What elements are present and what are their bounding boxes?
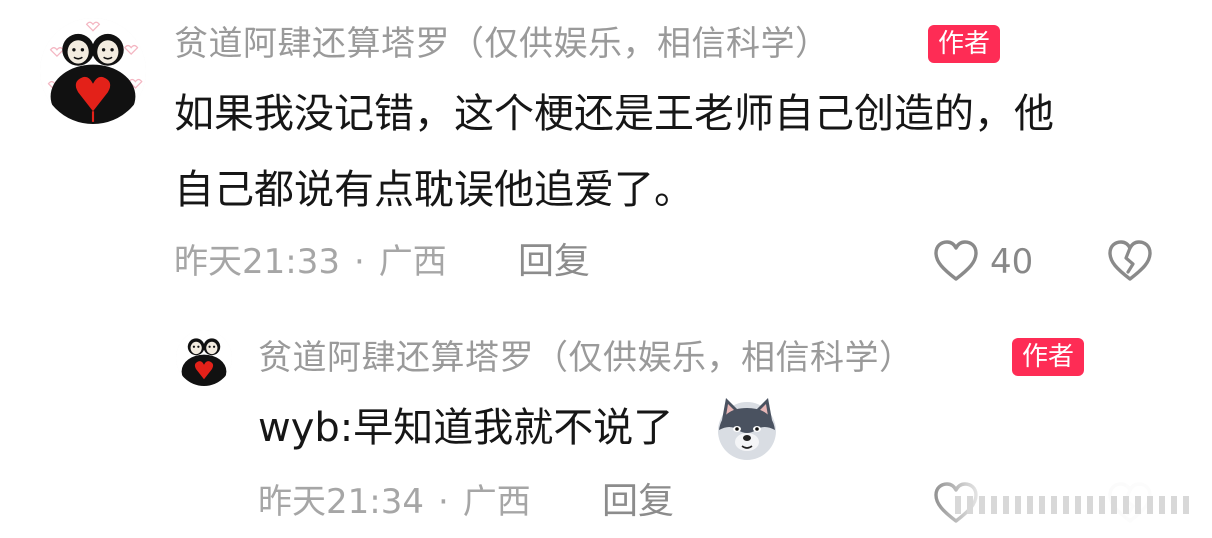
reply-button[interactable]: 回复 [518,240,590,284]
separator-dot: · [353,242,365,282]
panda-couple-avatar-icon [176,330,232,386]
reply-time: 昨天21:34 [258,482,424,522]
like-button[interactable] [932,238,980,284]
reply-reply-button[interactable]: 回复 [602,480,674,524]
reply-meta: 昨天21:34 · 广西 [258,480,531,524]
avatar[interactable] [40,18,146,124]
heart-outline-icon [934,240,978,281]
wolf-emoji-icon [714,396,780,462]
reply-author-badge: 作者 [1012,338,1085,376]
comment-thread: 贫道阿肆还算塔罗（仅供娱乐，相信科学） 作者 如果我没记错，这个梗还是王老师自己… [0,0,1212,538]
broken-heart-icon [1108,240,1152,281]
like-count: 40 [990,242,1034,282]
comment-location: 广西 [378,242,447,282]
comment-username[interactable]: 贫道阿肆还算塔罗（仅供娱乐，相信科学） [174,22,830,66]
comment-text-line-1: 如果我没记错，这个梗还是王老师自己创造的，他 [174,91,1054,137]
panda-couple-avatar-icon [40,18,146,124]
reply-text: wyb:早知道我就不说了 [258,405,674,451]
separator-dot: · [437,482,449,522]
author-badge: 作者 [928,25,1001,63]
reply-username[interactable]: 贫道阿肆还算塔罗（仅供娱乐，相信科学） [258,336,914,380]
comment-text-line-2: 自己都说有点耽误他追爱了。 [174,167,694,213]
reply-location: 广西 [462,482,531,522]
comment-meta: 昨天21:33 · 广西 [174,240,447,284]
dislike-button[interactable] [1106,238,1154,284]
reply-avatar[interactable] [176,330,232,386]
comment-time: 昨天21:33 [174,242,340,282]
watermark-bars [955,488,1205,518]
